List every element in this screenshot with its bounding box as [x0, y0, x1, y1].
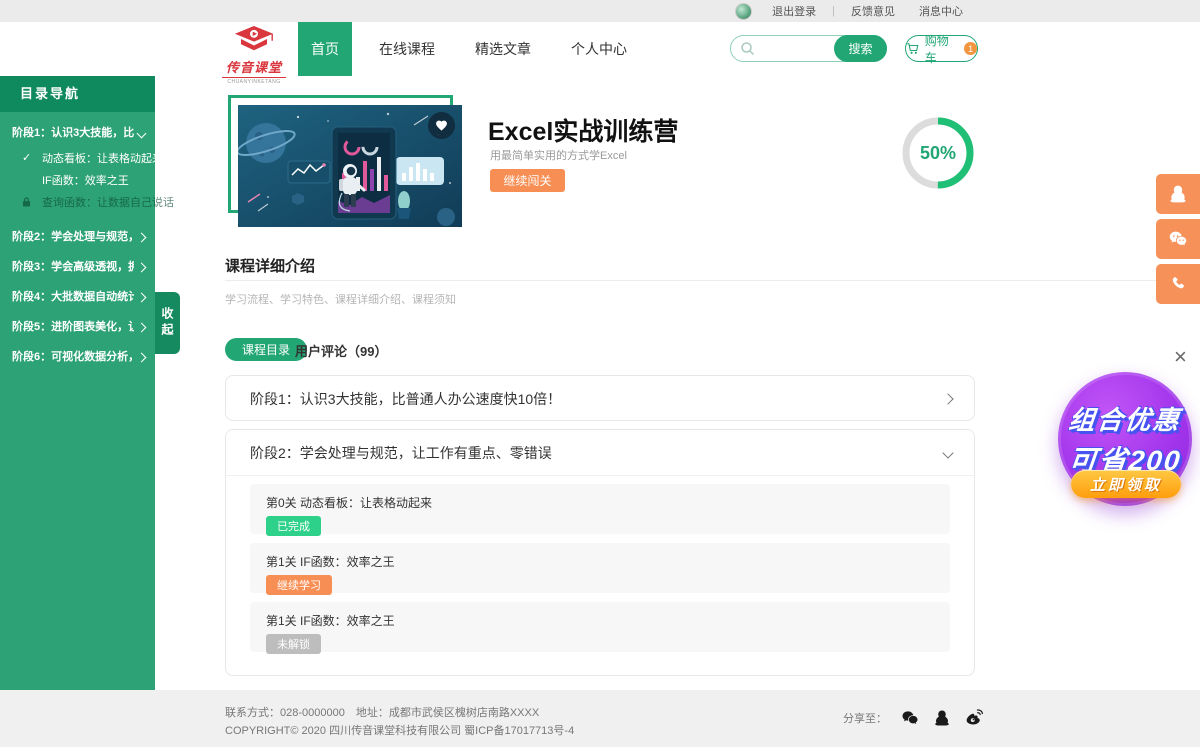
- qq-icon: [933, 709, 951, 727]
- course-title: Excel实战训练营: [488, 112, 678, 148]
- accordion-stage-2-header[interactable]: 阶段2：学会处理与规范，让工作有重点、零错误: [226, 430, 974, 476]
- catalog-sidebar: 目录导航 阶段1：认识3大技能，比普通人... ✓ 动态看板：让表格动起来 IF…: [0, 76, 155, 690]
- accordion-stage-2: 阶段2：学会处理与规范，让工作有重点、零错误 第0关 动态看板：让表格动起来 已…: [225, 429, 975, 676]
- chevron-right-icon: [137, 292, 147, 302]
- search-button[interactable]: 搜索: [834, 35, 887, 62]
- accordion-stage-1: 阶段1：认识3大技能，比普通人办公速度快10倍！: [225, 375, 975, 421]
- message-center-link[interactable]: 消息中心: [919, 3, 963, 19]
- sidebar-stage-1[interactable]: 阶段1：认识3大技能，比普通人...: [0, 118, 155, 148]
- main-navbar: 传音课堂 CHUANYINKETANG 首页 在线课程 精选文章 个人中心 搜索…: [0, 22, 1200, 76]
- continue-button[interactable]: 继续闯关: [490, 169, 565, 192]
- logo-subtitle: CHUANYINKETANG: [222, 79, 286, 85]
- phone-icon: [1169, 275, 1187, 293]
- heart-icon: [435, 119, 448, 132]
- wechat-icon: [900, 708, 920, 728]
- search-icon: [740, 41, 756, 57]
- sidebar-stage-1-group: 阶段1：认识3大技能，比普通人... ✓ 动态看板：让表格动起来 IF函数：效率…: [0, 118, 155, 214]
- logo[interactable]: 传音课堂 CHUANYINKETANG: [222, 26, 286, 85]
- check-icon: ✓: [22, 151, 31, 165]
- lesson-card-0[interactable]: 第0关 动态看板：让表格动起来 已完成: [250, 484, 950, 534]
- sidebar-stage-4[interactable]: 阶段4：大批数据自动统计分析，...: [0, 282, 155, 312]
- cart-count-badge: 1: [964, 42, 977, 55]
- sidebar-title: 目录导航: [0, 76, 155, 112]
- sidebar-stage-5[interactable]: 阶段5：进阶图表美化，让汇报一...: [0, 312, 155, 342]
- footer-contact: 联系方式：028-0000000 地址：成都市武侯区槐树店南路XXXX: [225, 704, 539, 720]
- qq-icon: [1168, 184, 1188, 204]
- chevron-right-icon: [137, 232, 147, 242]
- logo-title: 传音课堂: [222, 57, 286, 78]
- tab-user-comments[interactable]: 用户评论（99）: [295, 341, 387, 360]
- sidebar-lesson-query-locked[interactable]: 查询函数：让数据自己说话: [0, 192, 155, 214]
- avatar[interactable]: [735, 3, 752, 20]
- weibo-icon: [964, 707, 985, 728]
- search-box: 搜索: [730, 35, 887, 62]
- divider: [225, 280, 1188, 281]
- feedback-link[interactable]: 反馈意见: [851, 3, 895, 19]
- sidebar-stage-6[interactable]: 阶段6：可视化数据分析，帮老板...: [0, 342, 155, 372]
- nav-item-home[interactable]: 首页: [298, 22, 352, 76]
- float-qq-button[interactable]: [1156, 174, 1200, 214]
- accordion-stage-1-header[interactable]: 阶段1：认识3大技能，比普通人办公速度快10倍！: [226, 376, 974, 421]
- lesson-card-2[interactable]: 第1关 IF函数：效率之王 未解锁: [250, 602, 950, 652]
- favorite-button[interactable]: [428, 112, 455, 139]
- progress-value: 50%: [898, 113, 978, 193]
- lock-icon: [22, 197, 31, 211]
- status-badge-locked[interactable]: 未解锁: [266, 634, 321, 654]
- nav-links: 首页 在线课程 精选文章 个人中心: [298, 22, 654, 76]
- status-badge-done[interactable]: 已完成: [266, 516, 321, 536]
- sidebar-stage-2[interactable]: 阶段2：学会处理与规范，让工作...: [0, 222, 155, 252]
- cart-icon: [906, 41, 921, 56]
- divider: |: [832, 5, 835, 17]
- detail-summary: 学习流程、学习特色、课程详细介绍、课程须知: [225, 291, 456, 307]
- nav-item-profile[interactable]: 个人中心: [558, 22, 640, 76]
- chevron-down-icon: [137, 128, 147, 138]
- promo-close-button[interactable]: ×: [1174, 346, 1187, 368]
- cart-label: 购物车: [925, 32, 960, 66]
- lesson-card-1[interactable]: 第1关 IF函数：效率之王 继续学习: [250, 543, 950, 593]
- footer: 联系方式：028-0000000 地址：成都市武侯区槐树店南路XXXX COPY…: [0, 690, 1200, 747]
- sidebar-lesson-if[interactable]: IF函数：效率之王: [0, 170, 155, 192]
- status-badge-continue[interactable]: 继续学习: [266, 575, 332, 595]
- promo-claim-button[interactable]: 立即领取: [1071, 470, 1181, 498]
- share-wechat-button[interactable]: [900, 708, 920, 728]
- promo-text-line1: 组合优惠: [1067, 400, 1183, 437]
- logo-cap-icon: [232, 26, 276, 52]
- nav-item-courses[interactable]: 在线课程: [366, 22, 448, 76]
- course-subtitle: 用最简单实用的方式学Excel: [490, 147, 627, 163]
- share-weibo-button[interactable]: [964, 707, 985, 728]
- chevron-down-icon: [942, 447, 953, 458]
- cart-button[interactable]: 购物车 1: [905, 35, 978, 62]
- sidebar-lesson-dashboard[interactable]: ✓ 动态看板：让表格动起来: [0, 148, 155, 170]
- float-wechat-button[interactable]: [1156, 219, 1200, 259]
- sidebar-collapse-tab[interactable]: 收起: [155, 292, 180, 354]
- chevron-right-icon: [137, 262, 147, 272]
- chevron-right-icon: [942, 393, 953, 404]
- lesson-list: 第0关 动态看板：让表格动起来 已完成 第1关 IF函数：效率之王 继续学习 第…: [226, 476, 974, 652]
- top-utility-bar: 退出登录 | 反馈意见 消息中心: [0, 0, 1200, 22]
- share-label: 分享至：: [843, 710, 887, 726]
- detail-heading: 课程详细介绍: [225, 255, 315, 276]
- footer-copyright: COPYRIGHT© 2020 四川传音课堂科技有限公司 蜀ICP备170177…: [225, 722, 574, 738]
- page: 退出登录 | 反馈意见 消息中心 传音课堂 CHUANYINKETANG 首页 …: [0, 0, 1200, 747]
- chevron-right-icon: [137, 322, 147, 332]
- progress-ring: 50%: [898, 113, 978, 193]
- logout-link[interactable]: 退出登录: [772, 3, 816, 19]
- float-phone-button[interactable]: [1156, 264, 1200, 304]
- share-qq-button[interactable]: [933, 709, 951, 727]
- sidebar-stage-3[interactable]: 阶段3：学会高级透视，拥有同时...: [0, 252, 155, 282]
- share-bar: 分享至：: [843, 707, 985, 728]
- chevron-right-icon: [137, 352, 147, 362]
- wechat-icon: [1167, 228, 1189, 250]
- nav-item-articles[interactable]: 精选文章: [462, 22, 544, 76]
